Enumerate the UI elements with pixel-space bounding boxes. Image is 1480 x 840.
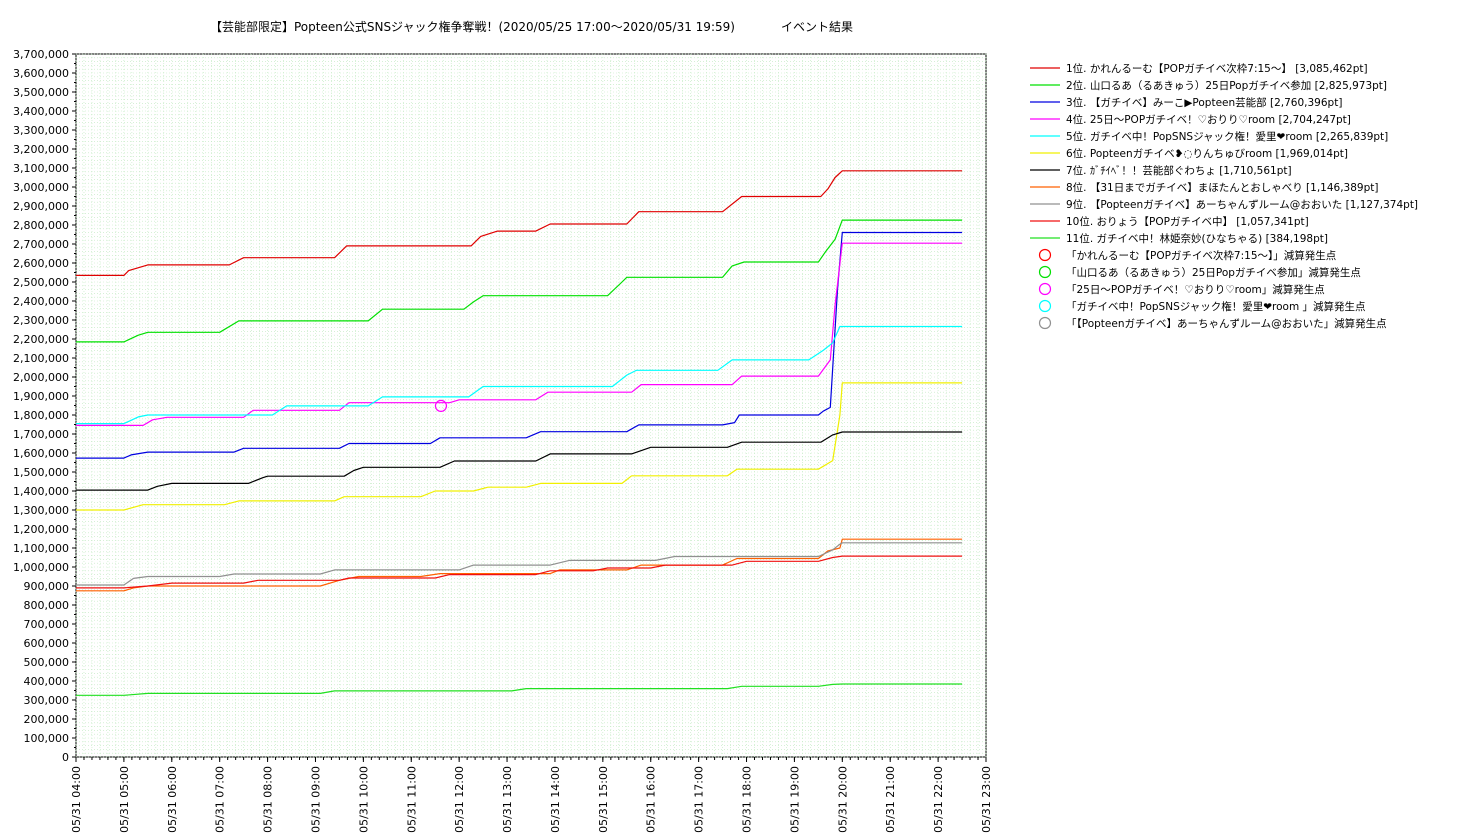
y-tick-label: 3,200,000 (13, 143, 69, 156)
x-tick-label: 05/31 17:00 (693, 766, 706, 833)
chart-subtitle: イベント結果 (781, 20, 853, 34)
legend-label-5: 5位. ガチイベ中！PopSNSジャック権！愛里❤room [2,265,839… (1066, 130, 1388, 143)
y-tick-label: 2,800,000 (13, 219, 69, 232)
legend-label-6: 6位. Popteenガチイベ❥◌りんちゅびroom [1,969,014pt] (1066, 147, 1348, 160)
x-tick-label: 05/31 10:00 (357, 766, 370, 833)
y-tick-label: 0 (62, 751, 69, 764)
legend-marker-label-1: 「かれんるーむ【POPガチイベ次枠7:15～】」減算発生点 (1066, 249, 1336, 262)
y-axis: 0 100,000 200,000 300,000 400,000 500,000 600,… (13, 48, 76, 764)
y-tick-label: 3,500,000 (13, 86, 69, 99)
legend-marker-label-4: 「ガチイベ中！PopSNSジャック権！愛里❤room 」減算発生点 (1066, 300, 1366, 313)
y-tick-label: 3,100,000 (13, 162, 69, 175)
y-tick-label: 2,300,000 (13, 314, 69, 327)
x-tick-label: 05/31 21:00 (884, 766, 897, 833)
x-tick-label: 05/31 08:00 (262, 766, 275, 833)
x-axis: 05/31 04:00 05/31 05:00 05/31 06:00 05/31 0… (70, 757, 993, 833)
legend-marker-label-5: 「【Popteenガチイベ】あーちゃんずルーム@おおいた」減算発生点 (1066, 317, 1387, 330)
legend-label-11: 11位. ガチイベ中！林姫奈妙(ひなちゃる) [384,198pt] (1066, 232, 1328, 245)
legend-label-4: 4位. 25日～POPガチイベ！♡おりり♡room [2,704,247pt] (1066, 113, 1351, 126)
y-tick-label: 1,600,000 (13, 447, 69, 460)
legend-marker-swatch-3 (1038, 282, 1052, 296)
grid (75, 53, 987, 758)
series-line-10 (76, 555, 963, 589)
chart-area: 【芸能部限定】Popteen公式SNSジャック権争奪戦！(2020/05/25 … (13, 19, 1418, 833)
legend-marker-swatch-1 (1038, 248, 1052, 262)
x-tick-label: 05/31 18:00 (741, 766, 754, 833)
y-tick-label: 700,000 (24, 618, 70, 631)
decrease-markers (434, 399, 448, 412)
legend-label-9: 9位. 【Popteenガチイベ】あーちゃんずルーム@おおいた [1,127,3… (1066, 198, 1418, 211)
y-tick-label: 2,700,000 (13, 238, 69, 251)
y-tick-label: 2,500,000 (13, 276, 69, 289)
legend-label-2: 2位. 山口るあ（るあきゅう）25日Popガチイベ参加 [2,825,973pt… (1066, 79, 1387, 92)
y-tick-label: 2,100,000 (13, 352, 69, 365)
x-tick-label: 05/31 15:00 (597, 766, 610, 833)
x-tick-label: 05/31 22:00 (932, 766, 945, 833)
chart-title: 【芸能部限定】Popteen公式SNSジャック権争奪戦！(2020/05/25 … (210, 19, 735, 34)
series-line-5 (76, 325, 963, 425)
legend-label-3: 3位. 【ガチイベ】みーこ▶Popteen芸能部 [2,760,396pt] (1066, 96, 1342, 109)
x-tick-label: 05/31 06:00 (166, 766, 179, 833)
legend-label-7: 7位. ｶﾞﾁｲﾍﾞ！！芸能部ぐわちょ [1,710,561pt] (1066, 164, 1292, 177)
x-tick-label: 05/31 16:00 (645, 766, 658, 833)
y-tick-label: 100,000 (24, 732, 70, 745)
y-tick-label: 600,000 (24, 637, 70, 650)
legend-label-1: 1位. かれんるーむ【POPガチイベ次枠7:15～】 [3,085,462pt] (1066, 62, 1368, 75)
y-tick-label: 1,500,000 (13, 466, 69, 479)
y-tick-label: 1,200,000 (13, 523, 69, 536)
y-tick-label: 1,900,000 (13, 390, 69, 403)
y-tick-label: 900,000 (24, 580, 70, 593)
y-tick-label: 1,300,000 (13, 504, 69, 517)
x-tick-label: 05/31 19:00 (788, 766, 801, 833)
legend-marker-label-3: 「25日～POPガチイベ！♡おりり♡room」減算発生点 (1066, 283, 1325, 296)
x-tick-label: 05/31 04:00 (70, 766, 83, 833)
legend-label-8: 8位. 【31日までガチイベ】まほたんとおしゃべり [1,146,389pt] (1066, 181, 1378, 194)
x-tick-label: 05/31 12:00 (453, 766, 466, 833)
y-tick-label: 1,400,000 (13, 485, 69, 498)
y-tick-label: 200,000 (24, 713, 70, 726)
y-tick-label: 400,000 (24, 675, 70, 688)
decrease-marker-3 (434, 399, 448, 412)
y-tick-label: 3,000,000 (13, 181, 69, 194)
y-tick-label: 2,000,000 (13, 371, 69, 384)
y-tick-label: 1,000,000 (13, 561, 69, 574)
y-tick-label: 500,000 (24, 656, 70, 669)
x-tick-label: 05/31 05:00 (118, 766, 131, 833)
legend-marker-swatch-2 (1038, 265, 1052, 279)
legend-marker-swatch-4 (1038, 299, 1052, 313)
y-tick-label: 2,200,000 (13, 333, 69, 346)
legend-marker-label-2: 「山口るあ（るあきゅう）25日Popガチイベ参加」減算発生点 (1066, 266, 1361, 279)
y-tick-label: 3,300,000 (13, 124, 69, 137)
x-tick-label: 05/31 07:00 (214, 766, 227, 833)
legend-marker-swatch-5 (1038, 316, 1052, 330)
y-tick-label: 1,700,000 (13, 428, 69, 441)
x-tick-label: 05/31 20:00 (836, 766, 849, 833)
y-tick-label: 800,000 (24, 599, 70, 612)
x-tick-label: 05/31 11:00 (405, 766, 418, 833)
x-tick-label: 05/31 09:00 (309, 766, 322, 833)
y-tick-label: 3,700,000 (13, 48, 69, 61)
series-line-1 (76, 170, 963, 276)
y-tick-label: 2,600,000 (13, 257, 69, 270)
x-tick-label: 05/31 23:00 (980, 766, 993, 833)
series-line-7 (76, 431, 963, 491)
legend-label-10: 10位. おりょう【POPガチイベ中】 [1,057,341pt] (1066, 215, 1309, 228)
y-tick-label: 1,100,000 (13, 542, 69, 555)
y-tick-label: 1,800,000 (13, 409, 69, 422)
y-tick-label: 2,400,000 (13, 295, 69, 308)
legend: 1位. かれんるーむ【POPガチイベ次枠7:15～】 [3,085,462pt]… (1030, 62, 1418, 330)
y-tick-label: 3,600,000 (13, 67, 69, 80)
y-tick-label: 300,000 (24, 694, 70, 707)
y-tick-label: 2,900,000 (13, 200, 69, 213)
y-tick-label: 3,400,000 (13, 105, 69, 118)
x-tick-label: 05/31 13:00 (501, 766, 514, 833)
x-tick-label: 05/31 14:00 (549, 766, 562, 833)
series-line-11 (76, 683, 963, 696)
